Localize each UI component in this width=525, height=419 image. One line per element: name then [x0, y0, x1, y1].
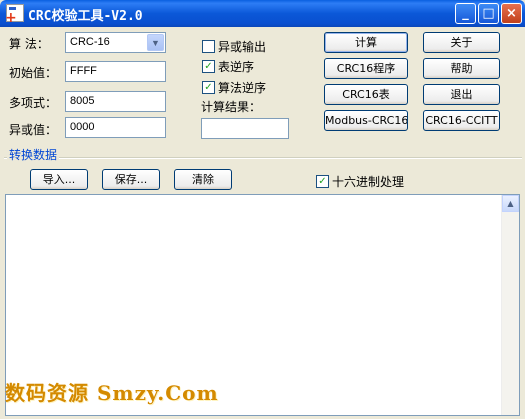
- about-button[interactable]: 关于: [423, 32, 500, 53]
- result-field[interactable]: [201, 118, 289, 139]
- calculate-button[interactable]: 计算: [324, 32, 408, 53]
- xor-value-field[interactable]: 0000: [65, 117, 166, 138]
- xor-label: 异或值：: [9, 123, 58, 137]
- result-label: 计算结果：: [201, 100, 262, 114]
- chevron-down-icon[interactable]: ▼: [147, 34, 164, 51]
- clear-button[interactable]: 清除: [174, 169, 232, 190]
- table-reverse-label[interactable]: 表逆序: [218, 58, 254, 75]
- xor-output-checkbox[interactable]: [202, 40, 215, 53]
- close-button[interactable]: ×: [501, 3, 522, 24]
- crc16-ccitt-button[interactable]: CRC16-CCITT: [423, 110, 500, 131]
- minimize-button[interactable]: _: [455, 3, 476, 24]
- init-value-field[interactable]: FFFF: [65, 61, 166, 82]
- poly-value-field[interactable]: 8005: [65, 91, 166, 112]
- save-button[interactable]: 保存...: [102, 169, 160, 190]
- app-icon[interactable]: +: [5, 4, 24, 25]
- init-label: 初始值：: [9, 66, 58, 80]
- algorithm-reverse-label[interactable]: 算法逆序: [218, 79, 266, 96]
- title-bar[interactable]: + CRC校验工具-V2.0 _ □ ×: [0, 0, 525, 27]
- scroll-up-icon[interactable]: ▲: [502, 195, 519, 212]
- import-button[interactable]: 导入...: [30, 169, 88, 190]
- algorithm-value: CRC-16: [70, 36, 110, 48]
- xor-output-label[interactable]: 异或输出: [218, 38, 266, 55]
- table-reverse-checkbox[interactable]: ✓: [202, 60, 215, 73]
- exit-button[interactable]: 退出: [423, 84, 500, 105]
- data-group-title: 转换数据: [7, 146, 60, 163]
- algorithm-select[interactable]: CRC-16 ▼: [65, 32, 166, 53]
- help-button[interactable]: 帮助: [423, 58, 500, 79]
- modbus-crc16-button[interactable]: Modbus-CRC16: [324, 110, 408, 131]
- data-group-divider: [4, 157, 522, 159]
- maximize-button[interactable]: □: [478, 3, 499, 24]
- hex-process-checkbox[interactable]: ✓: [316, 175, 329, 188]
- vertical-scrollbar[interactable]: ▲: [501, 195, 519, 415]
- crc16-program-button[interactable]: CRC16程序: [324, 58, 408, 79]
- poly-label: 多项式：: [9, 96, 58, 110]
- algorithm-label: 算 法：: [9, 37, 49, 51]
- hex-process-label[interactable]: 十六进制处理: [332, 173, 404, 190]
- watermark: 数码资源 Smzy.Com: [5, 381, 219, 405]
- crc16-table-button[interactable]: CRC16表: [324, 84, 408, 105]
- window-title: CRC校验工具-V2.0: [28, 9, 143, 24]
- algorithm-reverse-checkbox[interactable]: ✓: [202, 81, 215, 94]
